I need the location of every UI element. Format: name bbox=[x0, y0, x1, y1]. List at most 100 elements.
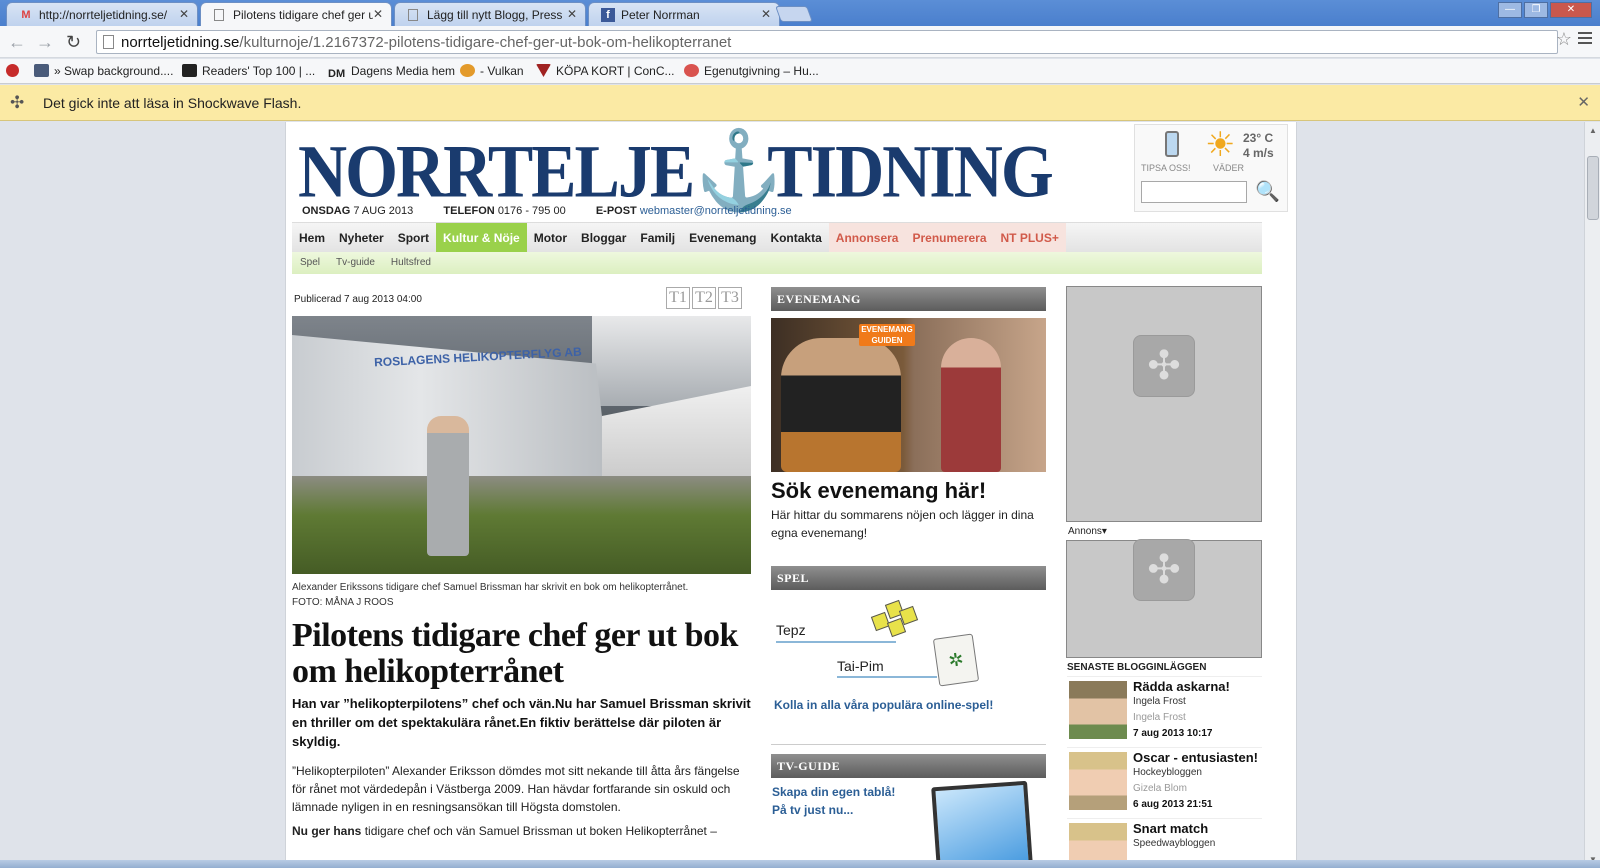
tai-pim-label: Tai-Pim bbox=[837, 658, 884, 674]
article-body-paragraph: ”Helikopterpiloten” Alexander Eriksson d… bbox=[292, 764, 740, 814]
flower-icon[interactable] bbox=[6, 64, 24, 78]
nav-sport[interactable]: Sport bbox=[391, 223, 436, 253]
page-icon bbox=[408, 9, 418, 21]
newspaper-page: NORRTELJE⚓TIDNING ONSDAG 7 AUG 2013 TELE… bbox=[285, 122, 1297, 868]
plugin-infobar: ✣ Det gick inte att läsa in Shockwave Fl… bbox=[0, 85, 1600, 121]
spel-header[interactable]: SPEL bbox=[771, 566, 1046, 590]
tab-gmail[interactable]: M http://norrteljetidning.se/ ✕ bbox=[6, 2, 198, 26]
tv-guide-header[interactable]: TV-GUIDE bbox=[771, 754, 1046, 778]
subnav-spel[interactable]: Spel bbox=[292, 252, 328, 274]
bookmark-icon bbox=[460, 64, 475, 77]
sun-icon[interactable]: ☀ bbox=[1205, 127, 1235, 163]
nav-kultur-noje[interactable]: Kultur & Nöje bbox=[436, 223, 527, 253]
new-tab-button[interactable] bbox=[775, 6, 813, 22]
vader-label[interactable]: VÄDER bbox=[1213, 163, 1244, 173]
bookmark-kopa-kort[interactable]: KÖPA KORT | ConC... bbox=[536, 64, 675, 78]
email-link[interactable]: webmaster@norrteljetidning.se bbox=[640, 205, 792, 217]
nav-annonsera[interactable]: Annonsera bbox=[828, 223, 906, 253]
bookmark-swap[interactable]: » Swap background.... bbox=[34, 64, 173, 78]
person-figure bbox=[427, 416, 469, 556]
image-caption: Alexander Erikssons tidigare chef Samuel… bbox=[292, 580, 752, 610]
bookmark-vulkan[interactable]: - Vulkan bbox=[460, 64, 524, 78]
close-icon[interactable]: ✕ bbox=[179, 7, 189, 21]
taskbar bbox=[0, 860, 1600, 868]
tab-strip: M http://norrteljetidning.se/ ✕ Pilotens… bbox=[0, 0, 1600, 27]
nav-bloggar[interactable]: Bloggar bbox=[574, 223, 633, 253]
tetris-icon bbox=[869, 599, 919, 638]
address-bar[interactable]: norrteljetidning.se/kulturnoje/1.2167372… bbox=[96, 30, 1558, 54]
tv-link-tabla[interactable]: Skapa din egen tablå! bbox=[772, 785, 895, 799]
article-headline: Pilotens tidigare chef ger ut bok om hel… bbox=[292, 617, 738, 690]
blog-entry[interactable]: Rädda askarna! Ingela Frost Ingela Frost… bbox=[1067, 676, 1262, 742]
spel-link[interactable]: Kolla in alla våra populära online-spel! bbox=[774, 698, 993, 712]
window-close-icon[interactable]: ✕ bbox=[1550, 2, 1592, 18]
tv-icon[interactable] bbox=[931, 780, 1033, 868]
nav-nyheter[interactable]: Nyheter bbox=[332, 223, 391, 253]
tv-link-just-nu[interactable]: På tv just nu... bbox=[772, 803, 853, 817]
blog-author: Gizela Blom bbox=[1133, 783, 1187, 794]
search-input[interactable] bbox=[1141, 181, 1247, 203]
site-logo[interactable]: NORRTELJE⚓TIDNING bbox=[298, 126, 1054, 214]
bookmark-readers[interactable]: Readers' Top 100 | ... bbox=[182, 64, 315, 78]
nav-hem[interactable]: Hem bbox=[292, 223, 332, 253]
font-size-t2[interactable]: T2 bbox=[692, 287, 716, 309]
close-icon[interactable]: ✕ bbox=[567, 7, 577, 21]
scrollbar-thumb[interactable] bbox=[1587, 156, 1599, 220]
close-icon[interactable]: ✕ bbox=[373, 7, 383, 21]
tipsa-label[interactable]: TIPSA OSS! bbox=[1141, 163, 1191, 173]
maximize-icon[interactable]: ❐ bbox=[1524, 2, 1548, 18]
blog-section-header: SENASTE BLOGGINLÄGGEN bbox=[1067, 662, 1207, 673]
nav-evenemang[interactable]: Evenemang bbox=[682, 223, 763, 253]
article-lead: Han var ”helikopterpilotens” chef och vä… bbox=[292, 696, 751, 749]
search-icon[interactable]: 🔍 bbox=[1255, 179, 1280, 204]
font-size-t1[interactable]: T1 bbox=[666, 287, 690, 309]
evenemang-header[interactable]: EVENEMANG bbox=[771, 287, 1046, 311]
bookmark-dagens-media[interactable]: DM Dagens Media hem bbox=[328, 64, 455, 81]
nav-familj[interactable]: Familj bbox=[633, 223, 682, 253]
reload-icon[interactable]: ↻ bbox=[66, 32, 81, 53]
minimize-icon[interactable]: — bbox=[1498, 2, 1522, 18]
blog-title[interactable]: Rädda askarna! bbox=[1133, 679, 1230, 694]
back-icon[interactable]: ← bbox=[8, 32, 26, 53]
address-path: /kulturnoje/1.2167372-pilotens-tidigare-… bbox=[239, 34, 732, 51]
close-icon[interactable]: ✕ bbox=[761, 7, 771, 21]
scroll-up-icon[interactable]: ▲ bbox=[1589, 126, 1597, 135]
annons-label[interactable]: Annons▾ bbox=[1068, 526, 1107, 537]
spel-image[interactable]: Tepz Tai-Pim ✲ bbox=[771, 596, 1046, 692]
gmail-icon: M bbox=[21, 9, 31, 21]
bookmark-icon bbox=[536, 64, 551, 77]
nav-prenumerera[interactable]: Prenumerera bbox=[905, 223, 994, 253]
close-icon[interactable]: ✕ bbox=[1577, 93, 1590, 111]
blog-title[interactable]: Snart match bbox=[1133, 821, 1208, 836]
tab-title: http://norrteljetidning.se/ bbox=[39, 8, 168, 22]
tab-facebook[interactable]: f Peter Norrman ✕ bbox=[588, 2, 780, 26]
nav-nt-plus[interactable]: NT PLUS+ bbox=[993, 223, 1066, 253]
blog-date: 7 aug 2013 10:17 bbox=[1133, 728, 1213, 739]
blog-title[interactable]: Oscar - entusiasten! bbox=[1133, 750, 1258, 765]
bookmark-icon bbox=[182, 64, 197, 77]
menu-icon[interactable] bbox=[1578, 32, 1592, 47]
forward-icon[interactable]: → bbox=[36, 32, 54, 53]
tab-blogg[interactable]: Lägg till nytt Blogg, Press ✕ bbox=[394, 2, 586, 26]
article-hero-image[interactable]: ROSLAGENS HELIKOPTERFLYG AB bbox=[292, 316, 751, 574]
nav-motor[interactable]: Motor bbox=[527, 223, 574, 253]
ad-placeholder[interactable]: ✣ bbox=[1066, 286, 1262, 522]
bookmark-star-icon[interactable]: ☆ bbox=[1556, 29, 1572, 50]
evenemang-image[interactable]: EVENEMANG GUIDEN bbox=[771, 318, 1046, 472]
evenemang-title[interactable]: Sök evenemang här! bbox=[771, 478, 986, 504]
ad-placeholder[interactable]: ✣ bbox=[1066, 539, 1262, 658]
font-size-t3[interactable]: T3 bbox=[718, 287, 742, 309]
bookmark-icon bbox=[34, 64, 49, 77]
blog-entry[interactable]: Oscar - entusiasten! Hockeybloggen Gizel… bbox=[1067, 747, 1262, 813]
blog-name: Speedwaybloggen bbox=[1133, 838, 1216, 849]
nav-kontakta[interactable]: Kontakta bbox=[763, 223, 828, 253]
tab-article[interactable]: Pilotens tidigare chef ger ut ✕ bbox=[200, 2, 392, 27]
subnav-hultsfred[interactable]: Hultsfred bbox=[383, 252, 439, 274]
phone-icon[interactable] bbox=[1165, 131, 1179, 157]
bookmark-egenutgivning[interactable]: Egenutgivning – Hu... bbox=[684, 64, 819, 78]
page-icon bbox=[103, 35, 114, 49]
tepz-label: Tepz bbox=[776, 622, 806, 638]
page-scrollbar[interactable]: ▲ ▼ bbox=[1584, 122, 1600, 868]
mahjong-tile-icon: ✲ bbox=[932, 633, 980, 687]
subnav-tv-guide[interactable]: Tv-guide bbox=[328, 252, 383, 274]
